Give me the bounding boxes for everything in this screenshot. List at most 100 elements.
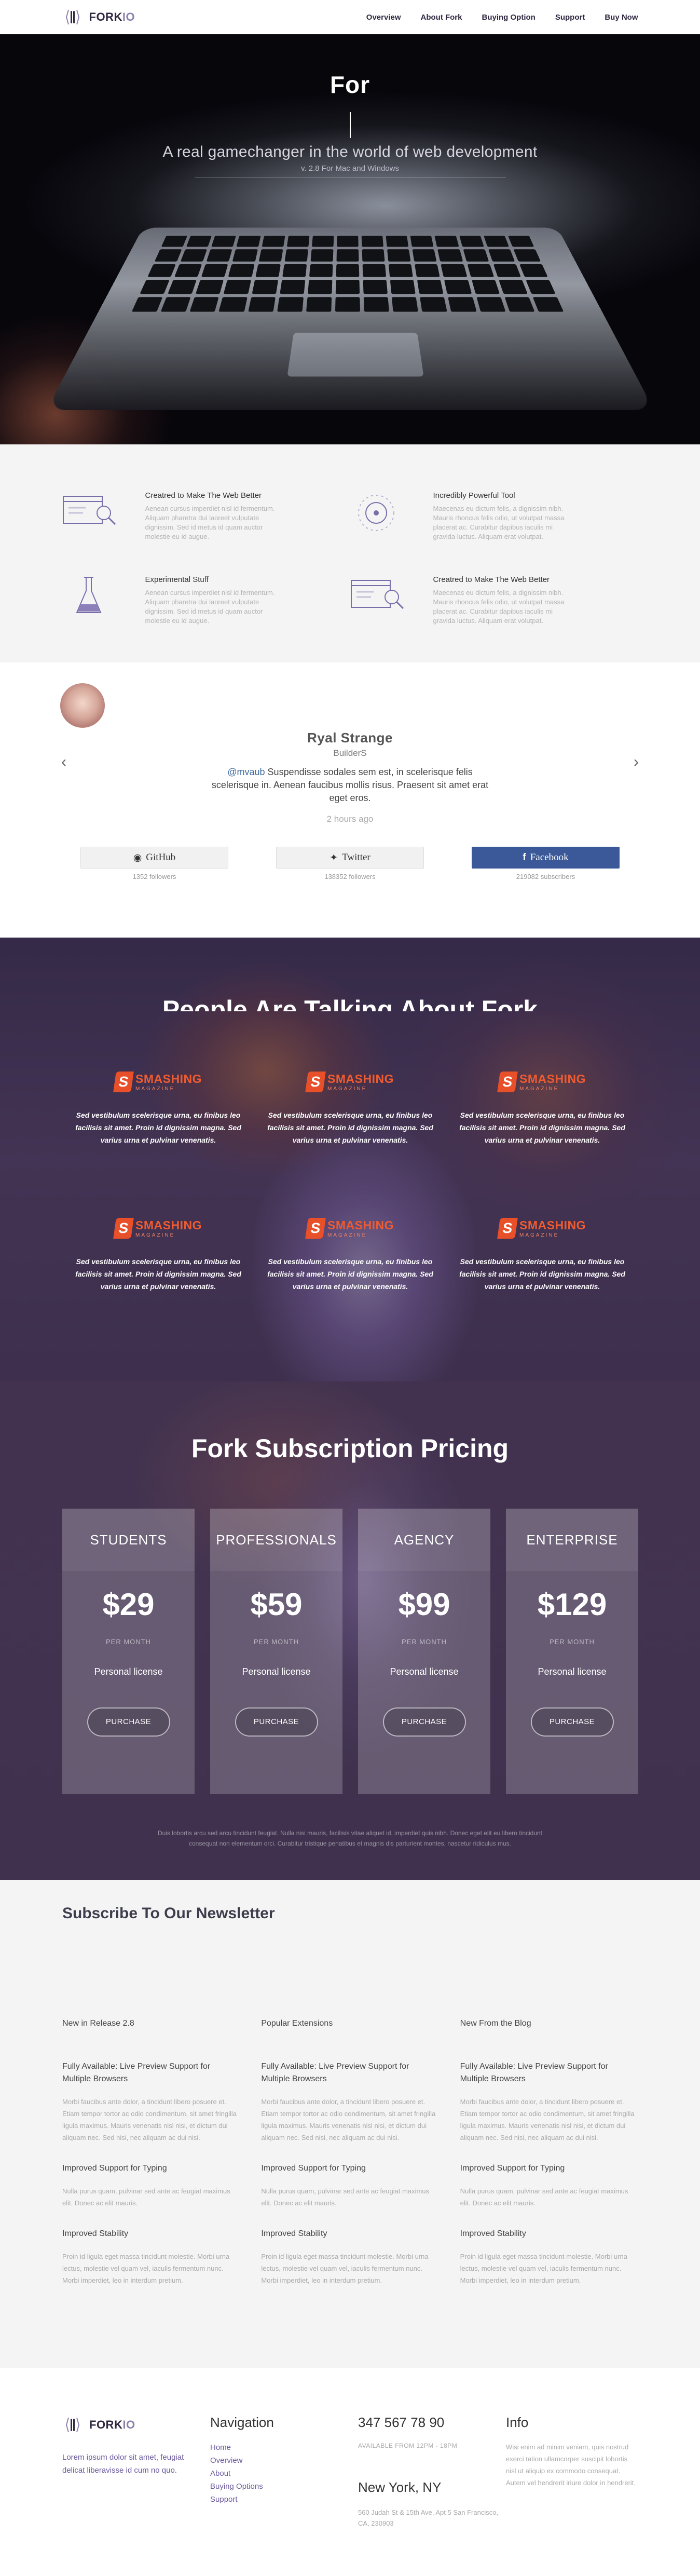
purchase-button[interactable]: PURCHASE [235,1707,318,1737]
purchase-button[interactable]: PURCHASE [382,1707,466,1737]
purchase-button[interactable]: PURCHASE [530,1707,614,1737]
footer-nav-about[interactable]: About [210,2467,358,2480]
key [337,236,359,247]
nav-support[interactable]: Support [555,13,585,22]
feature-text: Aenean cursus imperdiet nisl id fermentu… [145,505,275,540]
plan-license: Personal license [242,1666,311,1677]
brand-sub: MAGAZINE [327,1086,367,1092]
footer-nav-home[interactable]: Home [210,2441,358,2454]
brand-sub: MAGAZINE [519,1086,559,1092]
news-columns: New in Release 2.8 Fully Available: Live … [62,2019,638,2305]
key [282,264,307,277]
plan-price: $99 [398,1587,450,1622]
key [252,280,278,294]
talking-title: People Are Talking About Fork [162,995,538,1011]
key [201,264,228,277]
top-navbar: FORKIO Overview About Fork Buying Option… [0,0,700,34]
key [154,249,182,262]
nav-overview[interactable]: Overview [366,13,401,22]
press-quote: Sed vestibulum scelerisque urna, eu fini… [267,1111,433,1144]
pricing-plans: STUDENTS $29 PER MONTH Personal license … [62,1509,638,1794]
key [306,296,332,312]
brand-name: SMASHING [135,1072,202,1086]
key [498,280,528,294]
key [493,264,521,277]
plan-name: ENTERPRISE [506,1509,638,1571]
news-item-title[interactable]: Fully Available: Live Preview Support fo… [460,2060,638,2085]
footer: FORKIO Lorem ipsum dolor sit amet, feugi… [0,2368,700,2575]
pricing-fineprint: Duis lobortis arcu sed arcu tincidunt fe… [0,1828,700,1849]
key [361,236,384,247]
plan-license: Personal license [94,1666,163,1677]
key [362,264,387,277]
press-item: S SMASHING MAGAZINE Sed vestibulum sceleris… [446,1067,638,1146]
news-item-title[interactable]: Fully Available: Live Preview Support fo… [261,2060,439,2085]
key [284,249,308,262]
key [504,296,535,312]
news-column-head: New From the Blog [460,2019,531,2028]
twitter-icon: ✦ [330,852,338,863]
news-item-title[interactable]: Improved Support for Typing [460,2162,638,2175]
key [168,280,197,294]
fork-logo-icon [62,2415,83,2435]
purchase-button[interactable]: PURCHASE [87,1707,170,1737]
nav-buy-now[interactable]: Buy Now [605,13,638,22]
brand-sub: MAGAZINE [519,1232,559,1238]
footer-nav-support[interactable]: Support [210,2493,358,2506]
news-item-text: Proin id ligula eget massa tincidunt mol… [460,2253,627,2284]
key [448,296,477,312]
key [335,296,361,312]
key [463,249,489,262]
plan-license: Personal license [538,1666,607,1677]
news-item-title[interactable]: Improved Stability [460,2228,638,2240]
smashing-logo: S SMASHING MAGAZINE [62,1067,254,1096]
key [410,236,434,247]
brand-name: SMASHING [327,1218,394,1232]
news-column: New in Release 2.8 Fully Available: Live … [62,2019,240,2305]
brand-name: SMASHING [135,1218,202,1232]
news-item-text: Morbi faucibus ante dolor, a tincidunt l… [62,2098,237,2141]
footer-nav-overview[interactable]: Overview [210,2454,358,2467]
key [412,249,437,262]
footer-phone[interactable]: 347 567 78 90 [358,2415,506,2431]
logo[interactable]: FORKIO [62,7,135,28]
pricing-fineprint-line: consequat non elementum orci. Curabitur … [189,1840,511,1847]
browser-search-icon [62,491,119,533]
nav-buying-option[interactable]: Buying Option [482,13,536,22]
press-quote: Sed vestibulum scelerisque urna, eu fini… [75,1111,241,1144]
key [362,249,385,262]
browser-search-icon [350,575,407,617]
plan-name: PROFESSIONALS [210,1509,342,1571]
news-item-text: Nulla purus quam, pulvinar sed ante ac f… [261,2187,430,2207]
plan-card: AGENCY $99 PER MONTH Personal license PU… [358,1509,490,1794]
logo-suffix: IO [122,10,135,23]
key [441,264,468,277]
nav-about[interactable]: About Fork [421,13,462,22]
testimonials-press-section: People Are Talking About Fork S SMASHING M… [0,938,700,1381]
news-item-title[interactable]: Improved Stability [62,2228,240,2240]
news-item-title[interactable]: Improved Support for Typing [62,2162,240,2175]
key [363,280,388,294]
news-item-title[interactable]: Improved Support for Typing [261,2162,439,2175]
testimonial-handle[interactable]: @mvaub [227,767,265,777]
trackpad-image [287,332,424,377]
press-item: S SMASHING MAGAZINE Sed vestibulum sceleris… [446,1214,638,1293]
feature-item: Incredibly Powerful Tool Maecenas eu dict… [350,491,638,541]
news-item-title[interactable]: Fully Available: Live Preview Support fo… [62,2060,240,2085]
news-item-title[interactable]: Improved Stability [261,2228,439,2240]
press-quote: Sed vestibulum scelerisque urna, eu fini… [75,1257,241,1291]
key [444,280,472,294]
twitter-button[interactable]: ✦ Twitter [276,847,424,869]
smashing-logo: S SMASHING MAGAZINE [254,1067,446,1096]
footer-logo[interactable]: FORKIO [62,2415,210,2435]
smashing-logo: S SMASHING MAGAZINE [254,1214,446,1243]
facebook-button[interactable]: f Facebook [472,847,620,869]
smashing-s-icon: S [305,1072,326,1092]
twitter-count: 138352 followers [324,873,376,880]
key [224,280,251,294]
key [160,296,191,312]
footer-nav-buying-options[interactable]: Buying Options [210,2480,358,2493]
feature-title: Creatred to Make The Web Better [433,575,550,584]
github-button[interactable]: ◉ GitHub [80,847,228,869]
key [255,264,281,277]
